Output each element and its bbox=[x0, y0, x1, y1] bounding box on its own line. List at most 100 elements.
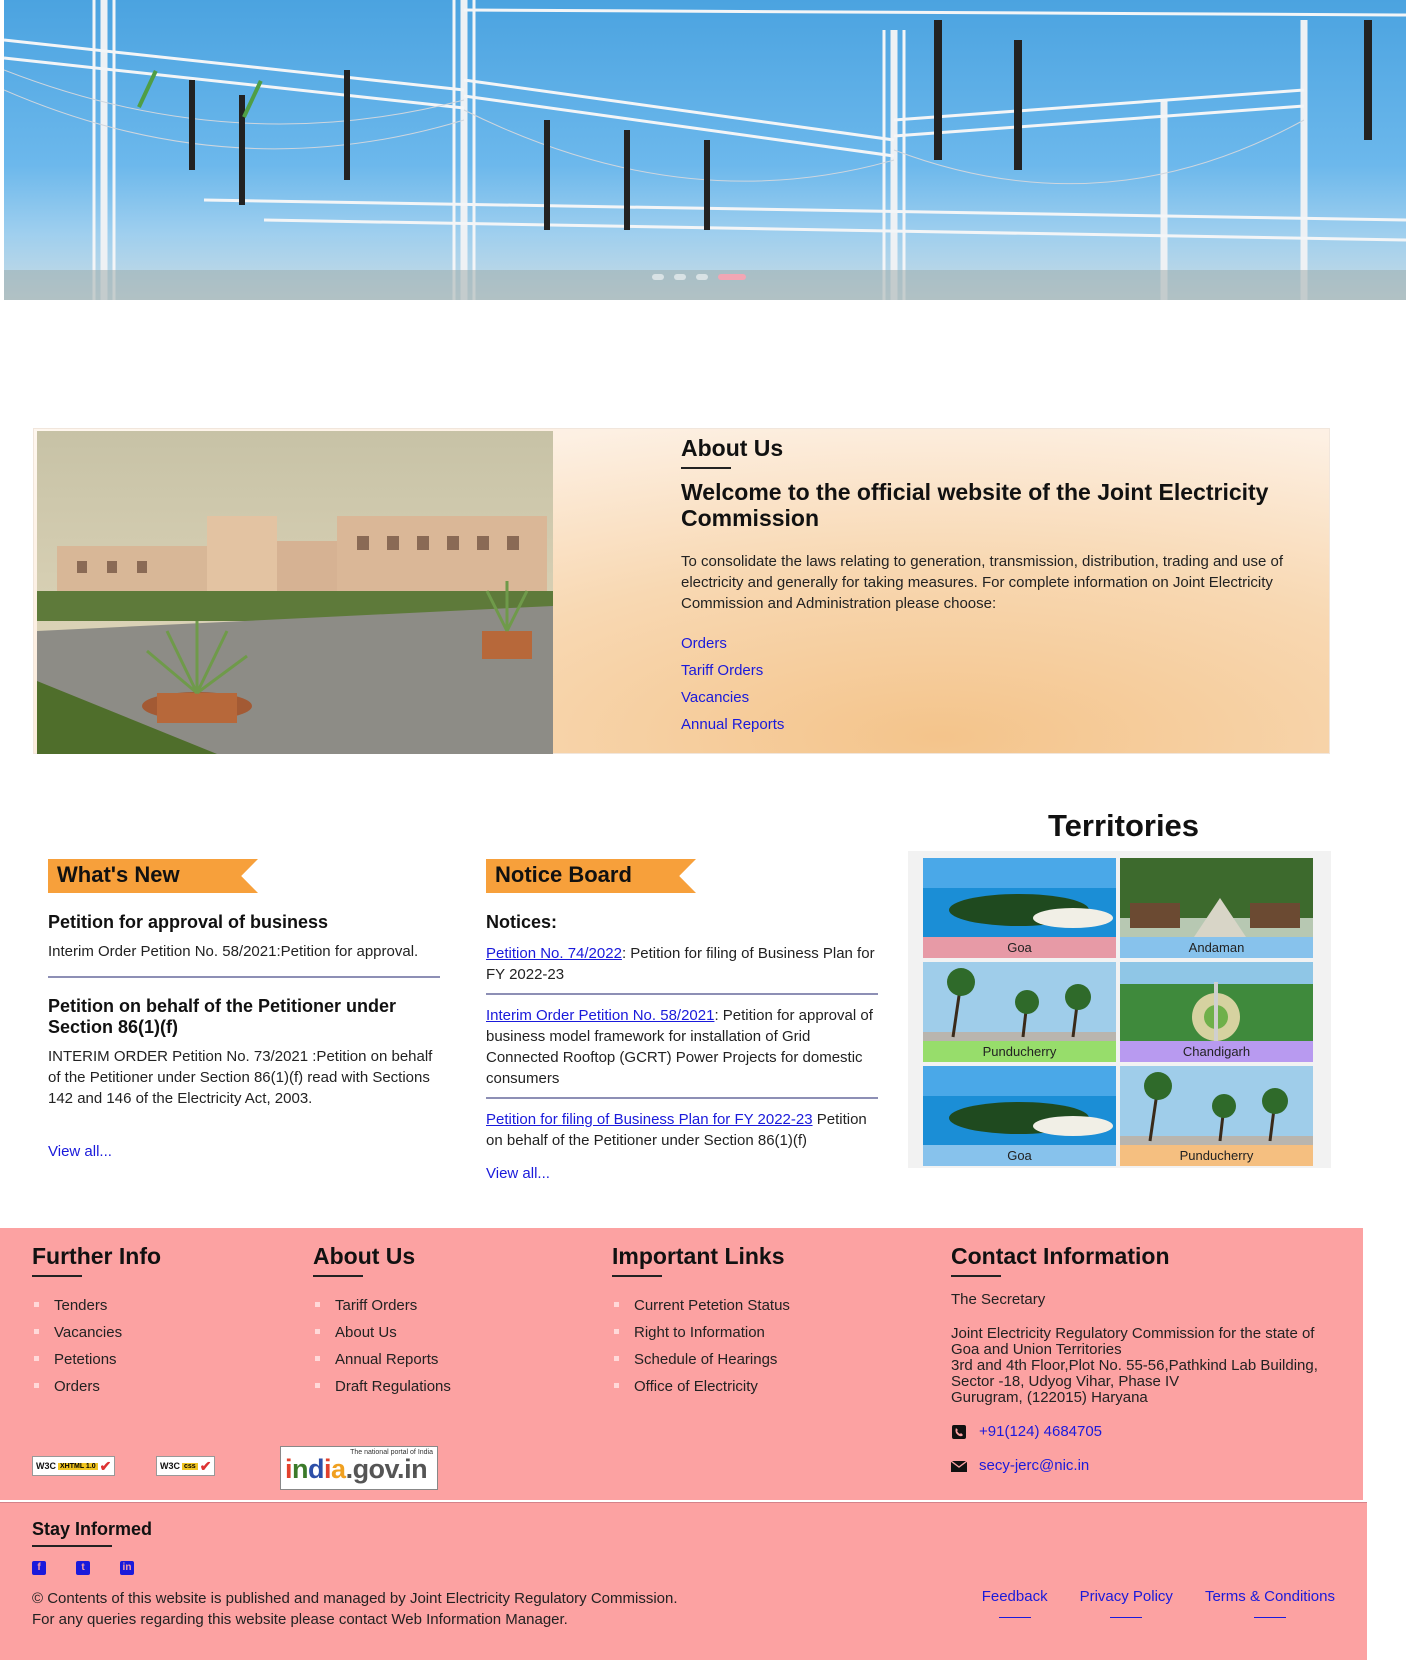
footer-link-tenders[interactable]: Tenders bbox=[32, 1292, 161, 1319]
about-text: About Us Welcome to the official website… bbox=[681, 435, 1301, 738]
news-item: Petition for approval of business Interi… bbox=[48, 912, 440, 962]
heading-underline bbox=[681, 467, 731, 469]
copyright-line: For any queries regarding this website p… bbox=[32, 1611, 568, 1628]
link-underline bbox=[1253, 1617, 1286, 1618]
facebook-icon[interactable]: f bbox=[32, 1561, 46, 1575]
heading-underline bbox=[313, 1275, 363, 1277]
footer-important-links: Important Links Current Petetion Status … bbox=[612, 1243, 790, 1400]
notice-link[interactable]: Petition for filing of Business Plan for… bbox=[486, 1111, 813, 1128]
territory-tile-punducherry[interactable]: Punducherry bbox=[1120, 1066, 1313, 1166]
contact-address-line: 3rd and 4th Floor,Plot No. 55-56,Pathkin… bbox=[951, 1357, 1318, 1374]
footer-link-draft-regulations[interactable]: Draft Regulations bbox=[313, 1373, 451, 1400]
link-underline bbox=[998, 1617, 1031, 1618]
welcome-title: Welcome to the official website of the J… bbox=[681, 479, 1269, 531]
twitter-icon[interactable]: t bbox=[76, 1561, 90, 1575]
india-badge-logo: india.gov.in bbox=[285, 1454, 428, 1484]
footer-link-rti[interactable]: Right to Information bbox=[612, 1319, 790, 1346]
link-annual-reports[interactable]: Annual Reports bbox=[681, 711, 1301, 738]
link-underline bbox=[1110, 1617, 1143, 1618]
contact-address-line: Gurugram, (122015) Haryana bbox=[951, 1389, 1148, 1406]
about-heading: About Us bbox=[681, 435, 784, 461]
contact-phone-link[interactable]: +91(124) 4684705 bbox=[979, 1423, 1102, 1440]
territory-caption: Goa bbox=[923, 937, 1116, 958]
territory-grid: Goa Andaman Punducherry Chandigarh Goa P… bbox=[908, 851, 1331, 1168]
feedback-label: Feedback bbox=[981, 1588, 1048, 1605]
divider bbox=[486, 993, 878, 995]
footer-link-office-electricity[interactable]: Office of Electricity bbox=[612, 1373, 790, 1400]
territories-title: Territories bbox=[1048, 808, 1200, 843]
heading-underline bbox=[951, 1275, 1001, 1277]
news-item-heading: Petition on behalf of the Petitioner und… bbox=[48, 996, 397, 1037]
footer-link-petetion-status[interactable]: Current Petetion Status bbox=[612, 1292, 790, 1319]
news-item-heading: Petition for approval of business bbox=[48, 912, 329, 932]
css-tag: css bbox=[182, 1462, 198, 1470]
notice-board-view-all[interactable]: View all... bbox=[486, 1165, 550, 1182]
envelope-icon bbox=[951, 1459, 967, 1472]
heading-underline bbox=[32, 1545, 112, 1547]
terms-link[interactable]: Terms & Conditions bbox=[1205, 1588, 1335, 1618]
linkedin-icon[interactable]: in bbox=[120, 1561, 134, 1575]
territory-caption: Andaman bbox=[1120, 937, 1313, 958]
notice-item: Petition for filing of Business Plan for… bbox=[486, 1109, 878, 1151]
contact-address-line: Joint Electricity Regulatory Commission … bbox=[951, 1325, 1315, 1342]
footer-link-tariff-orders[interactable]: Tariff Orders bbox=[313, 1292, 451, 1319]
territory-tile-goa[interactable]: Goa bbox=[923, 858, 1116, 958]
carousel-dot-active[interactable] bbox=[718, 274, 746, 280]
territory-caption: Chandigarh bbox=[1120, 1041, 1313, 1062]
whats-new-view-all[interactable]: View all... bbox=[48, 1143, 112, 1160]
news-item: Petition on behalf of the Petitioner und… bbox=[48, 996, 440, 1109]
link-orders[interactable]: Orders bbox=[681, 630, 1301, 657]
notice-link[interactable]: Interim Order Petition No. 58/2021 bbox=[486, 1007, 714, 1024]
about-panel: About Us Welcome to the official website… bbox=[33, 428, 1330, 754]
contact-email-link[interactable]: secy-jerc@nic.in bbox=[979, 1457, 1089, 1474]
footer-heading: Contact Information bbox=[951, 1243, 1170, 1269]
heading-underline bbox=[612, 1275, 662, 1277]
footer-link-schedule-hearings[interactable]: Schedule of Hearings bbox=[612, 1346, 790, 1373]
notice-board-ribbon: Notice Board bbox=[486, 859, 696, 893]
footer-link-petetions[interactable]: Petetions bbox=[32, 1346, 161, 1373]
about-body: To consolidate the laws relating to gene… bbox=[681, 553, 1284, 612]
feedback-link[interactable]: Feedback bbox=[982, 1588, 1048, 1618]
contact-email-row: secy-jerc@nic.in bbox=[951, 1457, 1351, 1474]
news-item-text: INTERIM ORDER Petition No. 73/2021 :Peti… bbox=[48, 1048, 433, 1107]
whats-new-ribbon: What's New bbox=[48, 859, 258, 893]
copyright-line: © Contents of this website is published … bbox=[32, 1590, 678, 1607]
divider bbox=[486, 1097, 878, 1099]
contact-phone-row: +91(124) 4684705 bbox=[951, 1423, 1351, 1440]
stay-informed: Stay Informed f t in bbox=[32, 1519, 152, 1575]
territory-tile-chandigarh[interactable]: Chandigarh bbox=[1120, 962, 1313, 1062]
privacy-policy-link[interactable]: Privacy Policy bbox=[1080, 1588, 1173, 1618]
w3c-css-badge[interactable]: W3C css ✔ bbox=[156, 1456, 216, 1476]
carousel-dot[interactable] bbox=[674, 274, 686, 280]
carousel-indicators bbox=[652, 274, 746, 280]
w3c-xhtml-badge[interactable]: W3C XHTML 1.0 ✔ bbox=[32, 1456, 116, 1476]
stay-informed-heading: Stay Informed bbox=[32, 1519, 153, 1539]
footer-link-vacancies[interactable]: Vacancies bbox=[32, 1319, 161, 1346]
about-links: Orders Tariff Orders Vacancies Annual Re… bbox=[681, 630, 1301, 738]
carousel-dot[interactable] bbox=[696, 274, 708, 280]
footer-link-about-us[interactable]: About Us bbox=[313, 1319, 451, 1346]
notice-item: Interim Order Petition No. 58/2021: Peti… bbox=[486, 1005, 878, 1089]
footer-link-annual-reports[interactable]: Annual Reports bbox=[313, 1346, 451, 1373]
notice-link[interactable]: Petition No. 74/2022 bbox=[486, 945, 622, 962]
carousel-dot[interactable] bbox=[652, 274, 664, 280]
link-tariff-orders[interactable]: Tariff Orders bbox=[681, 657, 1301, 684]
xhtml-tag: XHTML 1.0 bbox=[58, 1462, 98, 1470]
news-item-text: Interim Order Petition No. 58/2021:Petit… bbox=[48, 943, 419, 960]
contact-address-line: Goa and Union Territories bbox=[951, 1341, 1122, 1358]
territory-tile-goa[interactable]: Goa bbox=[923, 1066, 1116, 1166]
footer-heading: Further Info bbox=[32, 1243, 162, 1269]
territory-caption: Goa bbox=[923, 1145, 1116, 1166]
whats-new-column: Petition for approval of business Interi… bbox=[48, 912, 440, 1161]
footer-about-us: About Us Tariff Orders About Us Annual R… bbox=[313, 1243, 451, 1400]
notice-board-column: Notices: Petition No. 74/2022: Petition … bbox=[486, 912, 878, 1183]
territory-tile-andaman[interactable]: Andaman bbox=[1120, 858, 1313, 958]
footer-link-orders[interactable]: Orders bbox=[32, 1373, 161, 1400]
footer-heading: Important Links bbox=[612, 1243, 785, 1269]
territory-tile-punducherry[interactable]: Punducherry bbox=[923, 962, 1116, 1062]
link-vacancies[interactable]: Vacancies bbox=[681, 684, 1301, 711]
commission-building-photo bbox=[37, 431, 553, 754]
india-gov-badge[interactable]: The national portal of India india.gov.i… bbox=[280, 1446, 438, 1490]
social-links: f t in bbox=[32, 1561, 152, 1575]
copyright: © Contents of this website is published … bbox=[32, 1588, 678, 1630]
